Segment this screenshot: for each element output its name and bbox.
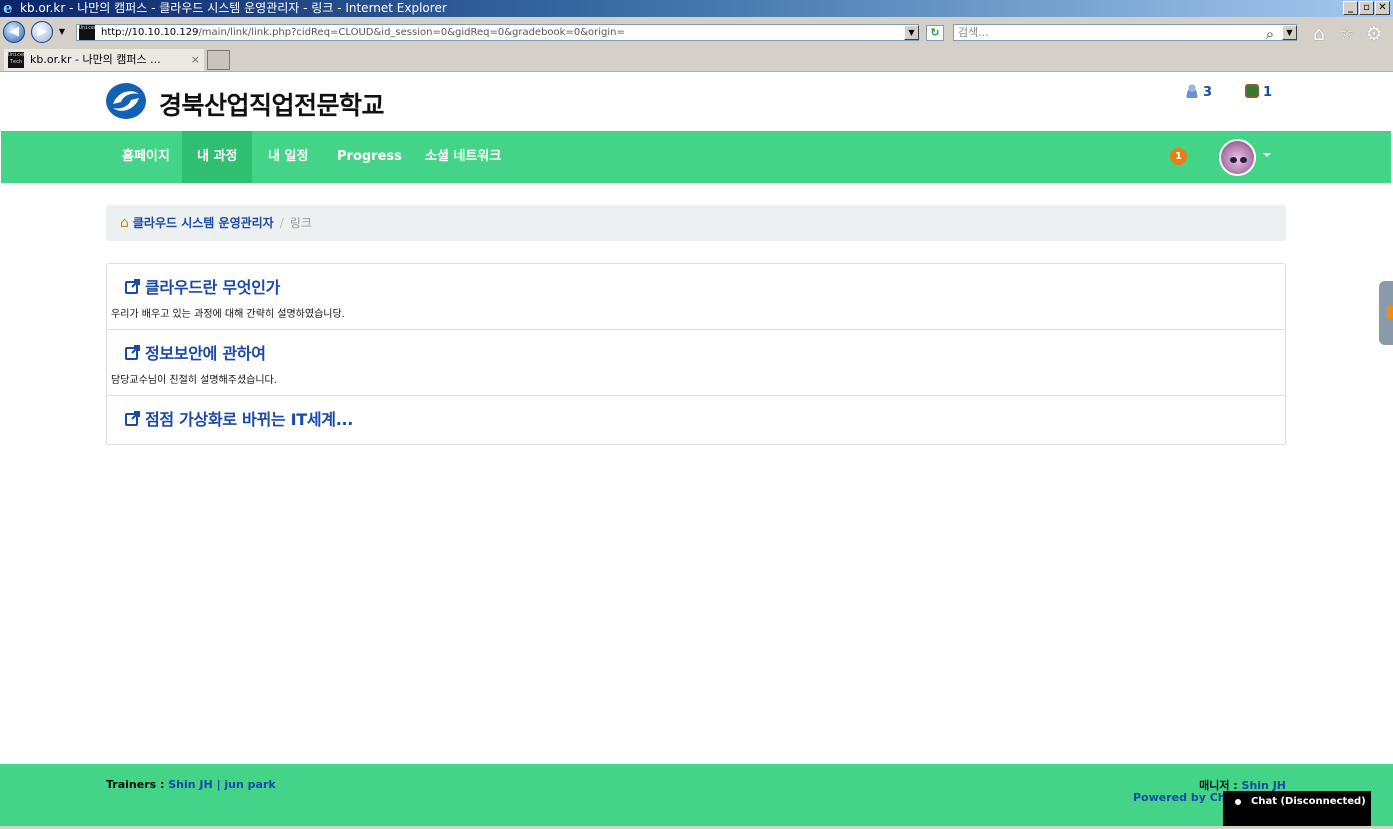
notification-badge[interactable]: 1 bbox=[1170, 148, 1187, 165]
link-description: 담당교수님이 친절히 설명해주셨습니다. bbox=[111, 375, 277, 386]
side-panel-toggle[interactable] bbox=[1379, 281, 1393, 345]
online-users-counter[interactable]: 3 bbox=[1185, 84, 1212, 100]
tools-gear-icon[interactable]: ⚙ bbox=[1364, 24, 1384, 44]
favorites-star-icon[interactable]: ☆ bbox=[1337, 24, 1357, 44]
close-window-button[interactable]: ✕ bbox=[1375, 1, 1390, 15]
list-item: 점점 가상화로 바뀌는 IT세계... bbox=[107, 396, 1285, 444]
tab-close-icon[interactable]: × bbox=[191, 49, 200, 71]
address-toolbar: ◀ ▶ ▼ Unicen Tech http://10.10.10.129/ma… bbox=[0, 17, 1393, 47]
trainers-info: Trainers : Shin JH | jun park bbox=[106, 778, 276, 791]
links-list: 클라우드란 무엇인가 우리가 배우고 있는 과정에 대해 간략히 설명하였습니당… bbox=[106, 263, 1286, 445]
nav-item-progress[interactable]: Progress bbox=[322, 131, 417, 183]
link-title[interactable]: 클라우드란 무엇인가 bbox=[145, 274, 280, 298]
tab-title: kb.or.kr - 나만의 캠퍼스 ... bbox=[30, 53, 161, 66]
tab-strip: Unicen Tech kb.or.kr - 나만의 캠퍼스 ... × bbox=[0, 47, 1393, 72]
maximize-button[interactable]: ▫ bbox=[1359, 1, 1374, 15]
search-icon[interactable]: ⌕ bbox=[1260, 24, 1280, 44]
link-description: 우리가 배우고 있는 과정에 대해 간략히 설명하였습니당. bbox=[111, 309, 345, 320]
breadcrumb-separator: / bbox=[279, 216, 284, 230]
nav-item-my-agenda[interactable]: 내 일정 bbox=[253, 131, 323, 183]
chevron-down-icon[interactable] bbox=[1263, 153, 1271, 157]
avatar-eye-left bbox=[1230, 157, 1237, 163]
site-favicon: Unicen Tech bbox=[79, 25, 95, 40]
breadcrumb: ⌂ 클라우드 시스템 운영관리자 / 링크 bbox=[106, 205, 1286, 241]
course-board-icon bbox=[1245, 84, 1259, 98]
school-name: 경북산업직업전문학교 bbox=[159, 91, 385, 120]
chat-label: Chat (Disconnected) bbox=[1251, 796, 1366, 807]
trainers-names[interactable]: Shin JH | jun park bbox=[168, 778, 275, 791]
back-arrow-icon: ◀ bbox=[9, 24, 19, 39]
chat-button[interactable]: Chat (Disconnected) bbox=[1223, 791, 1371, 826]
side-panel-handle-icon bbox=[1387, 305, 1393, 319]
breadcrumb-course-link[interactable]: 클라우드 시스템 운영관리자 bbox=[133, 216, 274, 230]
list-item: 정보보안에 관하여 담당교수님이 친절히 설명해주셨습니다. bbox=[107, 330, 1285, 396]
external-link-icon[interactable] bbox=[125, 410, 141, 426]
nav-item-my-courses[interactable]: 내 과정 bbox=[182, 131, 253, 183]
user-icon bbox=[1185, 84, 1199, 98]
internet-explorer-icon: e bbox=[3, 0, 13, 17]
forward-arrow-icon: ▶ bbox=[37, 24, 47, 39]
list-item: 클라우드란 무엇인가 우리가 배우고 있는 과정에 대해 간략히 설명하였습니당… bbox=[107, 264, 1285, 330]
new-tab-button[interactable] bbox=[207, 50, 230, 70]
window-title: kb.or.kr - 나만의 캠퍼스 - 클라우드 시스템 운영관리자 - 링크… bbox=[20, 1, 447, 15]
user-avatar[interactable] bbox=[1219, 139, 1256, 176]
home-icon[interactable]: ⌂ bbox=[1309, 24, 1329, 44]
school-logo-icon bbox=[106, 83, 146, 119]
nav-item-social-network[interactable]: 소셜 네트워크 bbox=[410, 131, 516, 183]
url-host: http://10.10.10.129 bbox=[101, 27, 199, 38]
search-dropdown-button[interactable]: ▼ bbox=[1282, 25, 1297, 40]
avatar-eye-right bbox=[1240, 157, 1247, 163]
home-icon[interactable]: ⌂ bbox=[120, 215, 129, 231]
refresh-button[interactable]: ↻ bbox=[926, 25, 944, 41]
minimize-button[interactable]: _ bbox=[1343, 1, 1358, 15]
link-title[interactable]: 정보보안에 관하여 bbox=[145, 340, 266, 364]
url-path: /main/link/link.php?cidReq=CLOUD&id_sess… bbox=[198, 27, 625, 38]
online-users-count: 3 bbox=[1203, 85, 1213, 100]
search-input[interactable]: 검색... bbox=[953, 24, 1297, 41]
forward-button[interactable]: ▶ bbox=[31, 21, 53, 43]
courses-count: 1 bbox=[1263, 85, 1273, 100]
address-dropdown-button[interactable]: ▼ bbox=[904, 25, 919, 40]
courses-counter[interactable]: 1 bbox=[1245, 84, 1272, 100]
history-dropdown-icon[interactable]: ▼ bbox=[57, 27, 67, 37]
nav-item-home[interactable]: 홈페이지 bbox=[107, 131, 185, 183]
external-link-icon[interactable] bbox=[125, 344, 141, 360]
back-button[interactable]: ◀ bbox=[3, 21, 25, 43]
powered-by[interactable]: Powered by Cha bbox=[1133, 791, 1233, 804]
trainers-label: Trainers : bbox=[106, 778, 169, 791]
link-title[interactable]: 점점 가상화로 바뀌는 IT세계... bbox=[145, 406, 353, 430]
breadcrumb-current: 링크 bbox=[289, 216, 312, 230]
window-title-bar: e kb.or.kr - 나만의 캠퍼스 - 클라우드 시스템 운영관리자 - … bbox=[0, 0, 1393, 17]
chat-status-dot-icon bbox=[1235, 799, 1241, 805]
external-link-icon[interactable] bbox=[125, 278, 141, 294]
browser-tab[interactable]: Unicen Tech kb.or.kr - 나만의 캠퍼스 ... × bbox=[4, 49, 204, 71]
tab-favicon: Unicen Tech bbox=[8, 52, 24, 68]
page-footer: Trainers : Shin JH | jun park 매니저 : Shin… bbox=[0, 764, 1393, 826]
address-input[interactable]: Unicen Tech http://10.10.10.129/main/lin… bbox=[76, 24, 919, 41]
